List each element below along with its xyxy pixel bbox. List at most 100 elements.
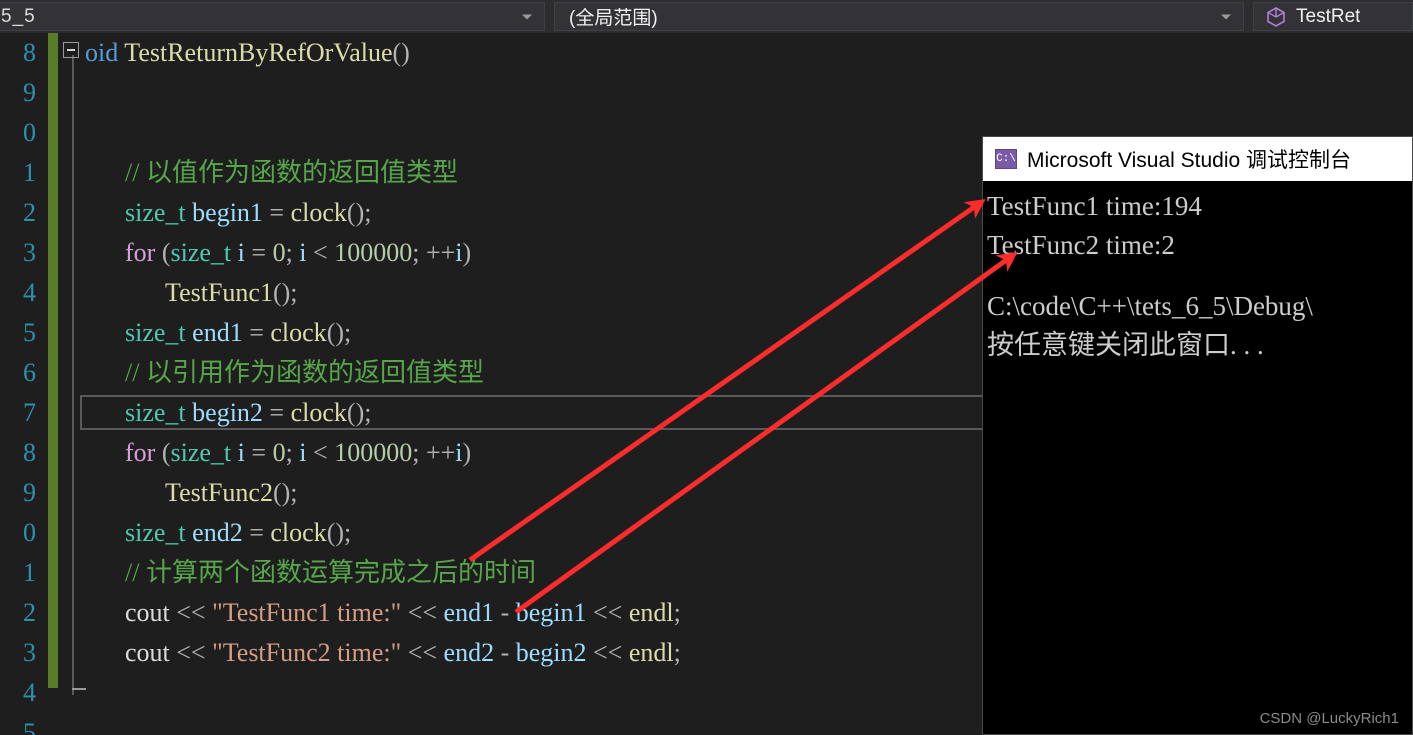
code-token: clock	[290, 398, 347, 427]
code-token: ()	[392, 38, 410, 67]
code-token: ;	[285, 238, 300, 267]
code-token: size_t	[125, 198, 186, 227]
code-line-text: oid TestReturnByRefOrValue()	[85, 33, 410, 73]
code-token: i	[299, 238, 307, 267]
line-number: 0	[23, 518, 36, 547]
console-icon-label: C:\	[996, 152, 1016, 165]
code-token: end1	[443, 598, 495, 627]
code-token: ;	[412, 238, 426, 267]
code-line[interactable]: 8 oid TestReturnByRefOrValue()	[0, 33, 1413, 73]
line-number: 3	[23, 238, 36, 267]
code-token: begin2	[515, 638, 587, 667]
code-token: endl	[628, 638, 674, 667]
code-token: i	[455, 438, 463, 467]
code-token: =	[249, 518, 264, 547]
line-number: 1	[23, 158, 36, 187]
code-token: clock	[270, 318, 327, 347]
line-number: 5	[23, 718, 36, 735]
code-line-text: TestFunc1();	[85, 273, 298, 313]
code-token: <<	[593, 638, 623, 667]
code-token: -	[500, 638, 510, 667]
code-token: end1	[192, 318, 243, 347]
console-title-bar[interactable]: C:\ Microsoft Visual Studio 调试控制台	[983, 137, 1412, 181]
code-token: ++	[425, 238, 456, 267]
code-token: ();	[326, 518, 352, 547]
method-scope-dropdown[interactable]: TestRet	[1253, 2, 1413, 31]
code-token: <<	[407, 638, 438, 667]
code-line-text: size_t end2 = clock();	[85, 513, 351, 553]
code-token: )	[462, 238, 472, 267]
code-token: =	[249, 318, 264, 347]
line-number: 8	[23, 438, 36, 467]
chevron-down-icon[interactable]	[1221, 14, 1231, 19]
code-line-text: size_t begin1 = clock();	[85, 193, 371, 233]
line-number: 8	[23, 38, 36, 67]
code-token: <	[313, 238, 328, 267]
code-token: =	[251, 238, 267, 267]
code-token: "TestFunc2 time:"	[212, 638, 402, 667]
code-token: <<	[593, 598, 623, 627]
code-token: 100000	[334, 238, 413, 267]
console-output-line: 按任意键关闭此窗口. . .	[987, 330, 1264, 360]
code-token: ();	[272, 478, 298, 507]
editor-navigation-bar: 5_5 (全局范围) TestRet	[0, 0, 1413, 33]
code-token: begin1	[515, 598, 587, 627]
code-token: endl	[628, 598, 674, 627]
code-token: "TestFunc1 time:"	[212, 598, 402, 627]
code-token: i	[237, 238, 245, 267]
code-token: // 以值作为函数的返回值类型	[125, 158, 458, 187]
code-token: ;	[285, 438, 300, 467]
line-number: 4	[23, 278, 36, 307]
watermark-text: CSDN @LuckyRich1	[1259, 710, 1399, 727]
code-token: for	[125, 438, 156, 467]
code-token: i	[237, 438, 245, 467]
line-number: 0	[23, 118, 36, 147]
code-token: (	[161, 238, 171, 267]
code-token: oid	[85, 38, 125, 67]
code-token: TestFunc1	[165, 278, 273, 307]
console-app-icon: C:\	[995, 149, 1017, 169]
code-token: ++	[425, 438, 456, 467]
code-token: // 以引用作为函数的返回值类型	[125, 358, 484, 387]
code-token: begin1	[192, 198, 263, 227]
code-token: 0	[272, 238, 286, 267]
method-cube-icon	[1266, 6, 1286, 28]
code-token: =	[251, 438, 267, 467]
code-token: for	[125, 238, 156, 267]
line-number: 1	[23, 558, 36, 587]
line-number: 2	[23, 598, 36, 627]
code-line-text: for (size_t i = 0; i < 100000; ++i)	[85, 433, 471, 473]
global-scope-dropdown[interactable]: (全局范围)	[554, 2, 1244, 31]
code-token: i	[299, 438, 307, 467]
console-output-area[interactable]: TestFunc1 time:194 TestFunc2 time:2 C:\co…	[983, 181, 1412, 734]
code-token: <<	[176, 638, 206, 667]
code-token: )	[462, 438, 472, 467]
line-number: 4	[23, 678, 36, 707]
file-scope-dropdown[interactable]: 5_5	[0, 2, 545, 31]
code-token: ();	[272, 278, 298, 307]
code-token: =	[269, 398, 285, 427]
method-scope-label: TestRet	[1296, 5, 1361, 27]
code-token: <<	[176, 598, 206, 627]
code-token: ();	[346, 398, 372, 427]
chevron-down-icon[interactable]	[522, 14, 532, 19]
code-token: clock	[270, 518, 327, 547]
line-number: 9	[23, 478, 36, 507]
code-token: 100000	[334, 438, 413, 467]
code-token: <<	[407, 598, 438, 627]
code-token: i	[455, 238, 463, 267]
code-token: size_t	[125, 398, 186, 427]
console-output-line: C:\code\C++\tets_6_5\Debug\	[987, 291, 1313, 321]
console-output-line: TestFunc1 time:194	[987, 191, 1202, 221]
collapse-region-icon[interactable]	[63, 42, 79, 58]
code-token: size_t	[170, 238, 232, 267]
global-scope-label: (全局范围)	[569, 8, 658, 29]
code-line[interactable]: 9	[0, 73, 1413, 113]
line-number: 3	[23, 638, 36, 667]
code-token: TestReturnByRefOrValue	[124, 38, 393, 67]
debug-console-window[interactable]: C:\ Microsoft Visual Studio 调试控制台 TestFu…	[982, 136, 1413, 735]
code-line-text: cout << "TestFunc1 time:" << end1 - begi…	[85, 593, 681, 633]
code-line-text: TestFunc2();	[85, 473, 298, 513]
line-number: 9	[23, 78, 36, 107]
